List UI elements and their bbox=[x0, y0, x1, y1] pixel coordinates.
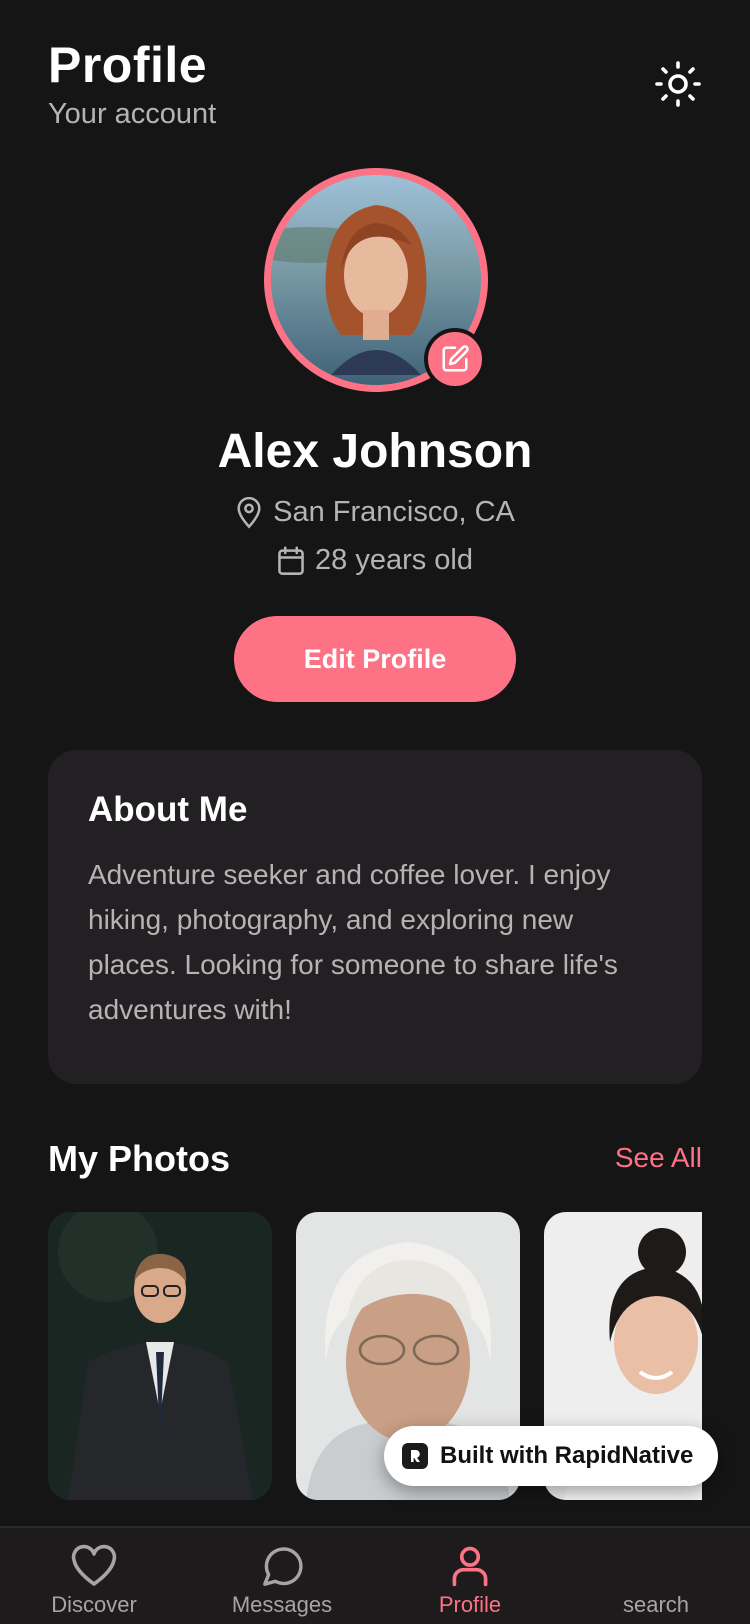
age-text: 28 years old bbox=[315, 544, 473, 576]
nav-item-search[interactable]: search bbox=[576, 1544, 736, 1618]
about-title: About Me bbox=[88, 790, 248, 829]
location-row: San Francisco, CA bbox=[0, 496, 750, 529]
badge-text: Built with RapidNative bbox=[440, 1442, 694, 1469]
location-text: San Francisco, CA bbox=[273, 496, 515, 528]
search-icon bbox=[634, 1544, 678, 1588]
see-all-link[interactable]: See All bbox=[615, 1142, 702, 1174]
sun-icon bbox=[655, 61, 701, 107]
nav-item-messages[interactable]: Messages bbox=[202, 1544, 362, 1618]
edit-avatar-button[interactable] bbox=[424, 328, 486, 390]
nav-item-profile[interactable]: Profile bbox=[390, 1544, 550, 1618]
user-name: Alex Johnson bbox=[217, 425, 533, 478]
bottom-nav: Discover Messages Profile search bbox=[0, 1526, 750, 1624]
map-pin-icon bbox=[237, 496, 261, 529]
nav-label: Discover bbox=[51, 1592, 137, 1617]
nav-label: Messages bbox=[231, 1592, 333, 1617]
photos-title: My Photos bbox=[48, 1138, 231, 1179]
page-subtitle: Your account bbox=[48, 98, 217, 130]
rapidnative-logo-icon bbox=[402, 1443, 428, 1469]
heart-icon bbox=[71, 1544, 117, 1586]
built-with-badge[interactable]: Built with RapidNative bbox=[384, 1426, 718, 1486]
nav-label: Profile bbox=[438, 1592, 502, 1617]
user-icon bbox=[452, 1546, 488, 1587]
chat-bubble-icon bbox=[263, 1547, 303, 1586]
calendar-icon bbox=[278, 545, 304, 575]
photo-item[interactable] bbox=[48, 1212, 272, 1500]
about-card: About Me Adventure seeker and coffee lov… bbox=[48, 750, 702, 1084]
edit-icon bbox=[442, 345, 469, 372]
about-text: Adventure seeker and coffee lover. I enj… bbox=[88, 859, 618, 1025]
nav-item-discover[interactable]: Discover bbox=[14, 1544, 174, 1618]
nav-label: search bbox=[622, 1592, 690, 1617]
age-row: 28 years old bbox=[0, 544, 750, 577]
page-title: Profile bbox=[48, 37, 208, 93]
theme-toggle-button[interactable] bbox=[652, 58, 704, 110]
edit-profile-button[interactable]: Edit Profile bbox=[234, 616, 516, 702]
profile-screen: Profile Your account Alex Johnson San Fr… bbox=[0, 0, 750, 1624]
